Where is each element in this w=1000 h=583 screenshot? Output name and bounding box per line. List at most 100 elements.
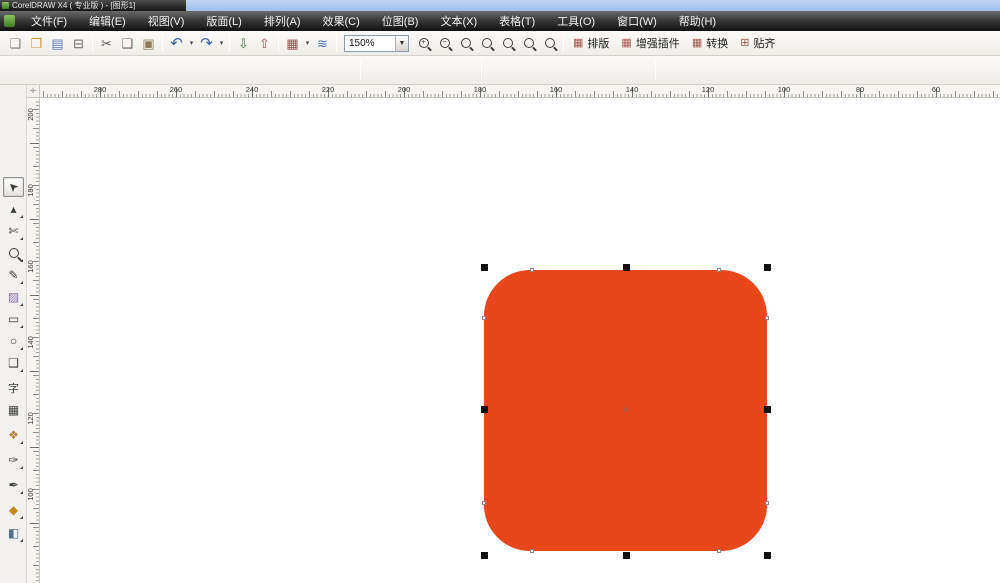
zoom-page-button[interactable] xyxy=(497,33,518,53)
smart-fill-tool[interactable]: ▨ xyxy=(3,287,24,307)
h-ruler-number: 260 xyxy=(170,85,183,94)
menu-window[interactable]: 窗口(W) xyxy=(606,11,668,31)
selection-handle-top-center[interactable] xyxy=(623,264,630,271)
redo-button[interactable]: ↷ xyxy=(196,33,217,53)
menu-file[interactable]: 文件(F) xyxy=(20,11,78,31)
cut-button[interactable]: ✂ xyxy=(96,33,117,53)
curve-node[interactable] xyxy=(765,501,769,505)
outline-pen-tool[interactable]: ✒ xyxy=(3,475,24,495)
curve-node[interactable] xyxy=(482,501,486,505)
curve-node[interactable] xyxy=(765,316,769,320)
zoom-in-button[interactable]: + xyxy=(413,33,434,53)
basic-shapes-tool[interactable]: ❑ xyxy=(3,353,24,373)
fill-tool-icon: ◆ xyxy=(9,503,18,517)
save-button[interactable]: ▤ xyxy=(47,33,68,53)
object-center-marker[interactable]: × xyxy=(623,405,629,416)
rectangle-tool-icon: ▭ xyxy=(8,312,19,326)
drawing-canvas[interactable]: × xyxy=(40,98,1000,583)
undo-dropdown-arrow[interactable]: ▾ xyxy=(187,39,196,47)
copy-button[interactable]: ❑ xyxy=(117,33,138,53)
zoom-all-objects-button[interactable] xyxy=(476,33,497,53)
zoom-out-button[interactable]: − xyxy=(434,33,455,53)
blend-tool[interactable]: ❖ xyxy=(3,425,24,445)
new-document-button[interactable]: ❏ xyxy=(5,33,26,53)
zoom-page-height-button[interactable] xyxy=(539,33,560,53)
menu-effects[interactable]: 效果(C) xyxy=(312,11,371,31)
selection-handle-top-left[interactable] xyxy=(481,264,488,271)
curve-node[interactable] xyxy=(717,549,721,553)
convert-button[interactable]: ▦ 转换 xyxy=(686,33,734,53)
zoom-page-width-button[interactable] xyxy=(518,33,539,53)
h-ruler-number: 140 xyxy=(626,85,639,94)
paste-button[interactable]: ▣ xyxy=(138,33,159,53)
fill-tool[interactable]: ◆ xyxy=(3,500,24,520)
interactive-fill-tool[interactable]: ◧ xyxy=(3,523,24,543)
launcher-dropdown-arrow[interactable]: ▾ xyxy=(303,39,312,47)
selection-handle-top-right[interactable] xyxy=(764,264,771,271)
horizontal-ruler[interactable]: 280 260 240 220 200 180 160 140 120 100 … xyxy=(40,85,1000,98)
zoom-page-height-icon xyxy=(545,38,555,48)
v-ruler-number: 160 xyxy=(26,260,35,273)
options-button[interactable]: ≋ xyxy=(312,33,333,53)
zoom-combo-arrow[interactable]: ▼ xyxy=(395,36,408,51)
export-button[interactable]: ⇧ xyxy=(254,33,275,53)
crop-tool[interactable]: ✄ xyxy=(3,221,24,241)
layout-button[interactable]: ▦ 排版 xyxy=(567,33,615,53)
curve-node[interactable] xyxy=(530,549,534,553)
selection-handle-middle-right[interactable] xyxy=(764,406,771,413)
menu-text[interactable]: 文本(X) xyxy=(429,11,488,31)
h-ruler-number: 120 xyxy=(702,85,715,94)
curve-node[interactable] xyxy=(717,268,721,272)
rectangle-tool[interactable]: ▭ xyxy=(3,309,24,329)
pick-tool[interactable]: ➤ xyxy=(3,177,24,197)
h-ruler-number: 60 xyxy=(932,85,940,94)
zoom-tool[interactable] xyxy=(3,243,24,263)
menu-table[interactable]: 表格(T) xyxy=(488,11,546,31)
plugins-button-label: 增强插件 xyxy=(636,35,680,51)
open-folder-icon: ❐ xyxy=(31,37,43,50)
title-bar-left: CorelDRAW X4 ( 专业版 ) - [图形1] xyxy=(0,0,186,11)
selection-handle-bottom-center[interactable] xyxy=(623,552,630,559)
selection-handle-bottom-left[interactable] xyxy=(481,552,488,559)
menu-layout[interactable]: 版面(L) xyxy=(195,11,252,31)
convert-icon: ▦ xyxy=(692,38,702,49)
menu-arrange[interactable]: 排列(A) xyxy=(253,11,312,31)
snap-button[interactable]: ⊞ 贴齐 xyxy=(734,33,781,53)
h-ruler-number: 160 xyxy=(550,85,563,94)
menu-help[interactable]: 帮助(H) xyxy=(668,11,727,31)
menu-view[interactable]: 视图(V) xyxy=(137,11,196,31)
menu-bitmaps[interactable]: 位图(B) xyxy=(371,11,430,31)
vertical-ruler[interactable]: 200 180 160 140 120 100 xyxy=(27,98,40,583)
property-bar: x: -140.816 mm y: 124.561 mm ↔ 72.978 mm… xyxy=(0,56,1000,85)
redo-dropdown-arrow[interactable]: ▾ xyxy=(217,39,226,47)
open-button[interactable]: ❐ xyxy=(26,33,47,53)
application-launcher-button[interactable]: ▦ xyxy=(282,33,303,53)
menu-tools[interactable]: 工具(O) xyxy=(546,11,606,31)
shape-tool[interactable]: ▴ xyxy=(3,199,24,219)
basic-shapes-tool-icon: ❑ xyxy=(8,356,19,370)
selection-handle-middle-left[interactable] xyxy=(481,406,488,413)
ruler-origin-button[interactable]: ✛ xyxy=(27,85,40,98)
curve-node[interactable] xyxy=(482,316,486,320)
import-icon: ⇩ xyxy=(238,37,249,50)
text-tool-icon: 字 xyxy=(8,380,19,396)
import-button[interactable]: ⇩ xyxy=(233,33,254,53)
ellipse-tool[interactable]: ○ xyxy=(3,331,24,351)
text-tool[interactable]: 字 xyxy=(3,378,24,398)
coreldraw-window: CorelDRAW X4 ( 专业版 ) - [图形1] 文件(F) 编辑(E)… xyxy=(0,0,1000,583)
curve-node[interactable] xyxy=(530,268,534,272)
menu-edit[interactable]: 编辑(E) xyxy=(78,11,137,31)
print-button[interactable]: ⊟ xyxy=(68,33,89,53)
h-ruler-number: 100 xyxy=(778,85,791,94)
zoom-level-combobox[interactable]: 150% ▼ xyxy=(344,35,409,52)
coreldraw-logo-icon[interactable] xyxy=(4,15,15,27)
freehand-tool[interactable]: ✎ xyxy=(3,265,24,285)
eyedropper-tool[interactable]: ✑ xyxy=(3,450,24,470)
zoom-selected-button[interactable] xyxy=(455,33,476,53)
window-title: CorelDRAW X4 ( 专业版 ) - [图形1] xyxy=(12,0,135,11)
h-ruler-number: 200 xyxy=(398,85,411,94)
selection-handle-bottom-right[interactable] xyxy=(764,552,771,559)
undo-button[interactable]: ↶ xyxy=(166,33,187,53)
enhanced-plugins-button[interactable]: ▦ 增强插件 xyxy=(615,33,685,53)
table-tool[interactable]: ▦ xyxy=(3,400,24,420)
